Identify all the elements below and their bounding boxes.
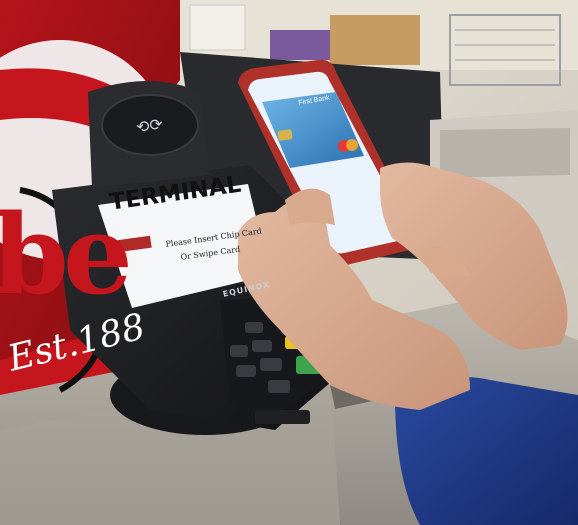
photo-scene: ⟲⟳ be Est.188 TERMINAL Please Insert Chi…: [0, 0, 578, 525]
sign-letters: be: [0, 190, 133, 319]
shopping-bags: [189, 4, 246, 51]
key-5[interactable]: [230, 345, 248, 357]
key-6[interactable]: [252, 340, 272, 352]
nav-keys[interactable]: [255, 410, 310, 424]
key-9[interactable]: [260, 358, 282, 371]
card-chip-icon: [277, 129, 293, 141]
key-8[interactable]: [236, 365, 256, 377]
key-3[interactable]: [245, 322, 263, 333]
contactless-icon: ⟲⟳: [135, 116, 164, 137]
key-hash[interactable]: [268, 380, 290, 393]
cardboard-box: [330, 15, 420, 65]
snack-packages: [270, 30, 330, 60]
